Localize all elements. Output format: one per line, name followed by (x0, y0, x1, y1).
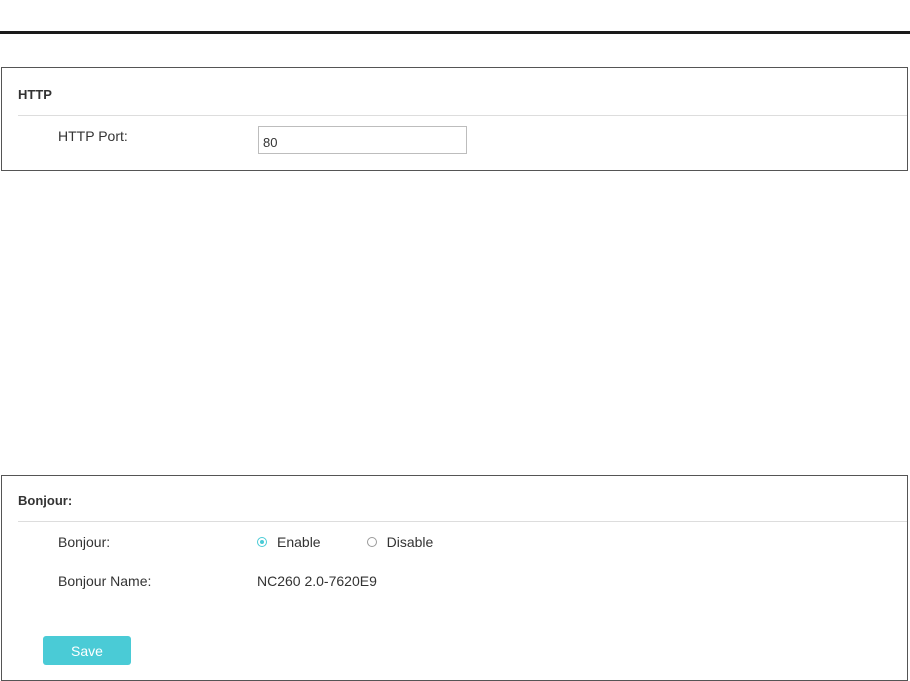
bonjour-disable-label[interactable]: Disable (387, 534, 434, 550)
radio-unchecked-icon[interactable] (366, 537, 377, 547)
bonjour-panel: Bonjour: Bonjour: Enable Disable Bonjour… (1, 475, 908, 681)
header-divider (0, 31, 910, 34)
http-section-title: HTTP (18, 87, 52, 102)
bonjour-label: Bonjour: (58, 534, 111, 550)
http-port-input[interactable] (258, 126, 467, 154)
bonjour-name-value: NC260 2.0-7620E9 (257, 573, 377, 589)
http-port-label: HTTP Port: (58, 128, 128, 144)
save-button[interactable]: Save (43, 636, 131, 665)
bonjour-radio-group: Enable Disable (257, 534, 433, 550)
bonjour-name-label: Bonjour Name: (58, 573, 152, 589)
http-panel: HTTP HTTP Port: (1, 67, 908, 171)
bonjour-section-title: Bonjour: (18, 493, 73, 508)
bonjour-enable-option[interactable]: Enable (257, 534, 321, 550)
http-section-divider (18, 115, 907, 116)
bonjour-section-divider (18, 521, 907, 522)
radio-checked-icon[interactable] (257, 537, 267, 547)
bonjour-disable-option[interactable]: Disable (366, 534, 434, 550)
bonjour-enable-label[interactable]: Enable (277, 534, 321, 550)
